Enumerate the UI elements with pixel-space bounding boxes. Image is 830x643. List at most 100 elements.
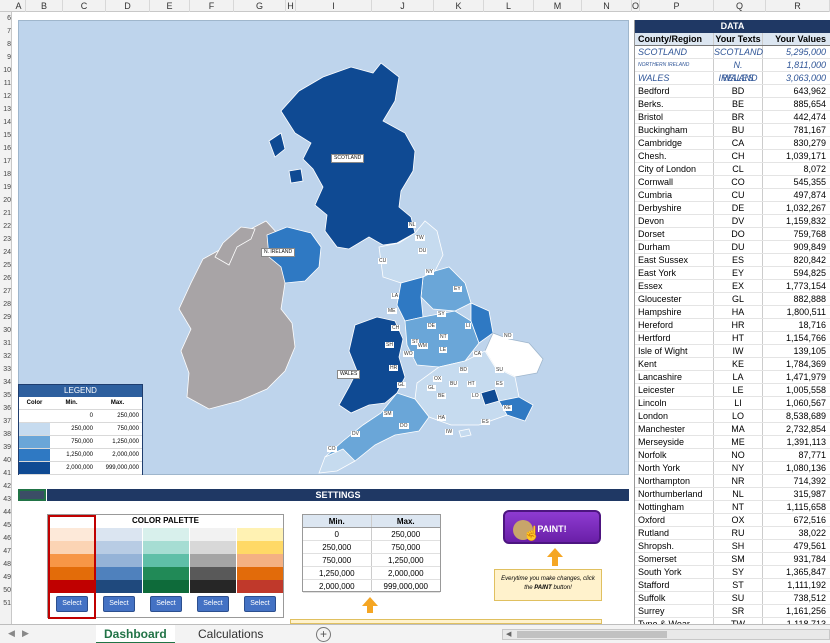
value-cell[interactable]: 1,039,171: [763, 150, 829, 162]
range-min-input[interactable]: 2,000,000: [303, 580, 372, 592]
text-cell[interactable]: BR: [713, 111, 763, 123]
value-cell[interactable]: 643,962: [763, 85, 829, 97]
text-cell[interactable]: SH: [713, 540, 763, 552]
value-cell[interactable]: 8,538,689: [763, 410, 829, 422]
row-number[interactable]: 8: [0, 38, 12, 51]
column-letter[interactable]: I: [296, 0, 372, 12]
row-number[interactable]: 41: [0, 467, 12, 480]
text-cell[interactable]: SU: [713, 592, 763, 604]
text-cell[interactable]: BD: [713, 85, 763, 97]
palette-select-button[interactable]: Select: [197, 596, 229, 612]
row-number[interactable]: 32: [0, 350, 12, 363]
row-number[interactable]: 10: [0, 64, 12, 77]
text-cell[interactable]: NL: [713, 488, 763, 500]
value-cell[interactable]: 3,063,000: [763, 72, 829, 84]
column-letter[interactable]: G: [234, 0, 286, 12]
tab-calculations[interactable]: Calculations: [190, 625, 271, 643]
scroll-left-icon[interactable]: ◀: [506, 630, 511, 638]
text-cell[interactable]: DO: [713, 228, 763, 240]
row-number[interactable]: 51: [0, 597, 12, 610]
text-cell[interactable]: CU: [713, 189, 763, 201]
value-cell[interactable]: 1,161,256: [763, 605, 829, 617]
row-number[interactable]: 20: [0, 194, 12, 207]
text-cell[interactable]: LE: [713, 384, 763, 396]
row-number[interactable]: 14: [0, 116, 12, 129]
value-cell[interactable]: 885,654: [763, 98, 829, 110]
text-cell[interactable]: ST: [713, 579, 763, 591]
palette-column[interactable]: [143, 528, 189, 593]
text-cell[interactable]: DE: [713, 202, 763, 214]
value-cell[interactable]: 1,773,154: [763, 280, 829, 292]
text-cell[interactable]: HR: [713, 319, 763, 331]
value-cell[interactable]: 497,874: [763, 189, 829, 201]
row-number[interactable]: 50: [0, 584, 12, 597]
palette-column[interactable]: [96, 528, 142, 593]
value-cell[interactable]: 830,279: [763, 137, 829, 149]
text-cell[interactable]: MA: [713, 423, 763, 435]
text-cell[interactable]: NT: [713, 501, 763, 513]
row-number[interactable]: 19: [0, 181, 12, 194]
row-number[interactable]: 31: [0, 337, 12, 350]
row-number[interactable]: 45: [0, 519, 12, 532]
value-cell[interactable]: 1,111,192: [763, 579, 829, 591]
map-isle-of-wight[interactable]: [458, 428, 472, 438]
value-cell[interactable]: 1,115,658: [763, 501, 829, 513]
value-cell[interactable]: 1,391,113: [763, 436, 829, 448]
value-cell[interactable]: 820,842: [763, 254, 829, 266]
column-letter[interactable]: J: [372, 0, 434, 12]
column-letter[interactable]: H: [286, 0, 296, 12]
value-cell[interactable]: 909,849: [763, 241, 829, 253]
value-cell[interactable]: 738,512: [763, 592, 829, 604]
value-cell[interactable]: 1,471,979: [763, 371, 829, 383]
column-letter[interactable]: B: [26, 0, 63, 12]
text-cell[interactable]: ES: [713, 254, 763, 266]
row-number[interactable]: 39: [0, 441, 12, 454]
text-cell[interactable]: BU: [713, 124, 763, 136]
text-cell[interactable]: CO: [713, 176, 763, 188]
row-number[interactable]: 37: [0, 415, 12, 428]
row-number[interactable]: 13: [0, 103, 12, 116]
value-cell[interactable]: 1,365,847: [763, 566, 829, 578]
text-cell[interactable]: HA: [713, 306, 763, 318]
text-cell[interactable]: SCOTLAND: [713, 46, 763, 58]
column-letter[interactable]: A: [12, 0, 26, 12]
value-cell[interactable]: 5,295,000: [763, 46, 829, 58]
row-number[interactable]: 16: [0, 142, 12, 155]
palette-column[interactable]: [237, 528, 283, 593]
range-min-input[interactable]: 250,000: [303, 541, 372, 553]
value-cell[interactable]: 1,060,567: [763, 397, 829, 409]
text-cell[interactable]: RU: [713, 527, 763, 539]
range-min-input[interactable]: 750,000: [303, 554, 372, 566]
value-cell[interactable]: 38,022: [763, 527, 829, 539]
range-max-input[interactable]: 2,000,000: [372, 567, 441, 579]
text-cell[interactable]: N. IRELAND: [713, 59, 763, 83]
row-number[interactable]: 15: [0, 129, 12, 142]
text-cell[interactable]: SY: [713, 566, 763, 578]
row-number[interactable]: 36: [0, 402, 12, 415]
paint-button[interactable]: PAINT! ☝: [503, 510, 601, 544]
text-cell[interactable]: EX: [713, 280, 763, 292]
text-cell[interactable]: BE: [713, 98, 763, 110]
text-cell[interactable]: CA: [713, 137, 763, 149]
column-letter[interactable]: Q: [714, 0, 766, 12]
range-min-input[interactable]: 1,250,000: [303, 567, 372, 579]
text-cell[interactable]: DV: [713, 215, 763, 227]
value-cell[interactable]: 315,987: [763, 488, 829, 500]
range-min-input[interactable]: 0: [303, 528, 372, 540]
value-cell[interactable]: 1,784,369: [763, 358, 829, 370]
palette-column[interactable]: [190, 528, 236, 593]
palette-select-button[interactable]: Select: [150, 596, 182, 612]
column-letter[interactable]: D: [106, 0, 150, 12]
row-number[interactable]: 44: [0, 506, 12, 519]
value-cell[interactable]: 882,888: [763, 293, 829, 305]
column-letter[interactable]: M: [534, 0, 582, 12]
row-number[interactable]: 18: [0, 168, 12, 181]
row-number[interactable]: 28: [0, 298, 12, 311]
range-max-input[interactable]: 250,000: [372, 528, 441, 540]
value-cell[interactable]: 87,771: [763, 449, 829, 461]
text-cell[interactable]: LI: [713, 397, 763, 409]
value-cell[interactable]: 139,105: [763, 345, 829, 357]
column-letter[interactable]: F: [190, 0, 234, 12]
add-sheet-icon[interactable]: +: [316, 627, 331, 642]
row-number[interactable]: 40: [0, 454, 12, 467]
